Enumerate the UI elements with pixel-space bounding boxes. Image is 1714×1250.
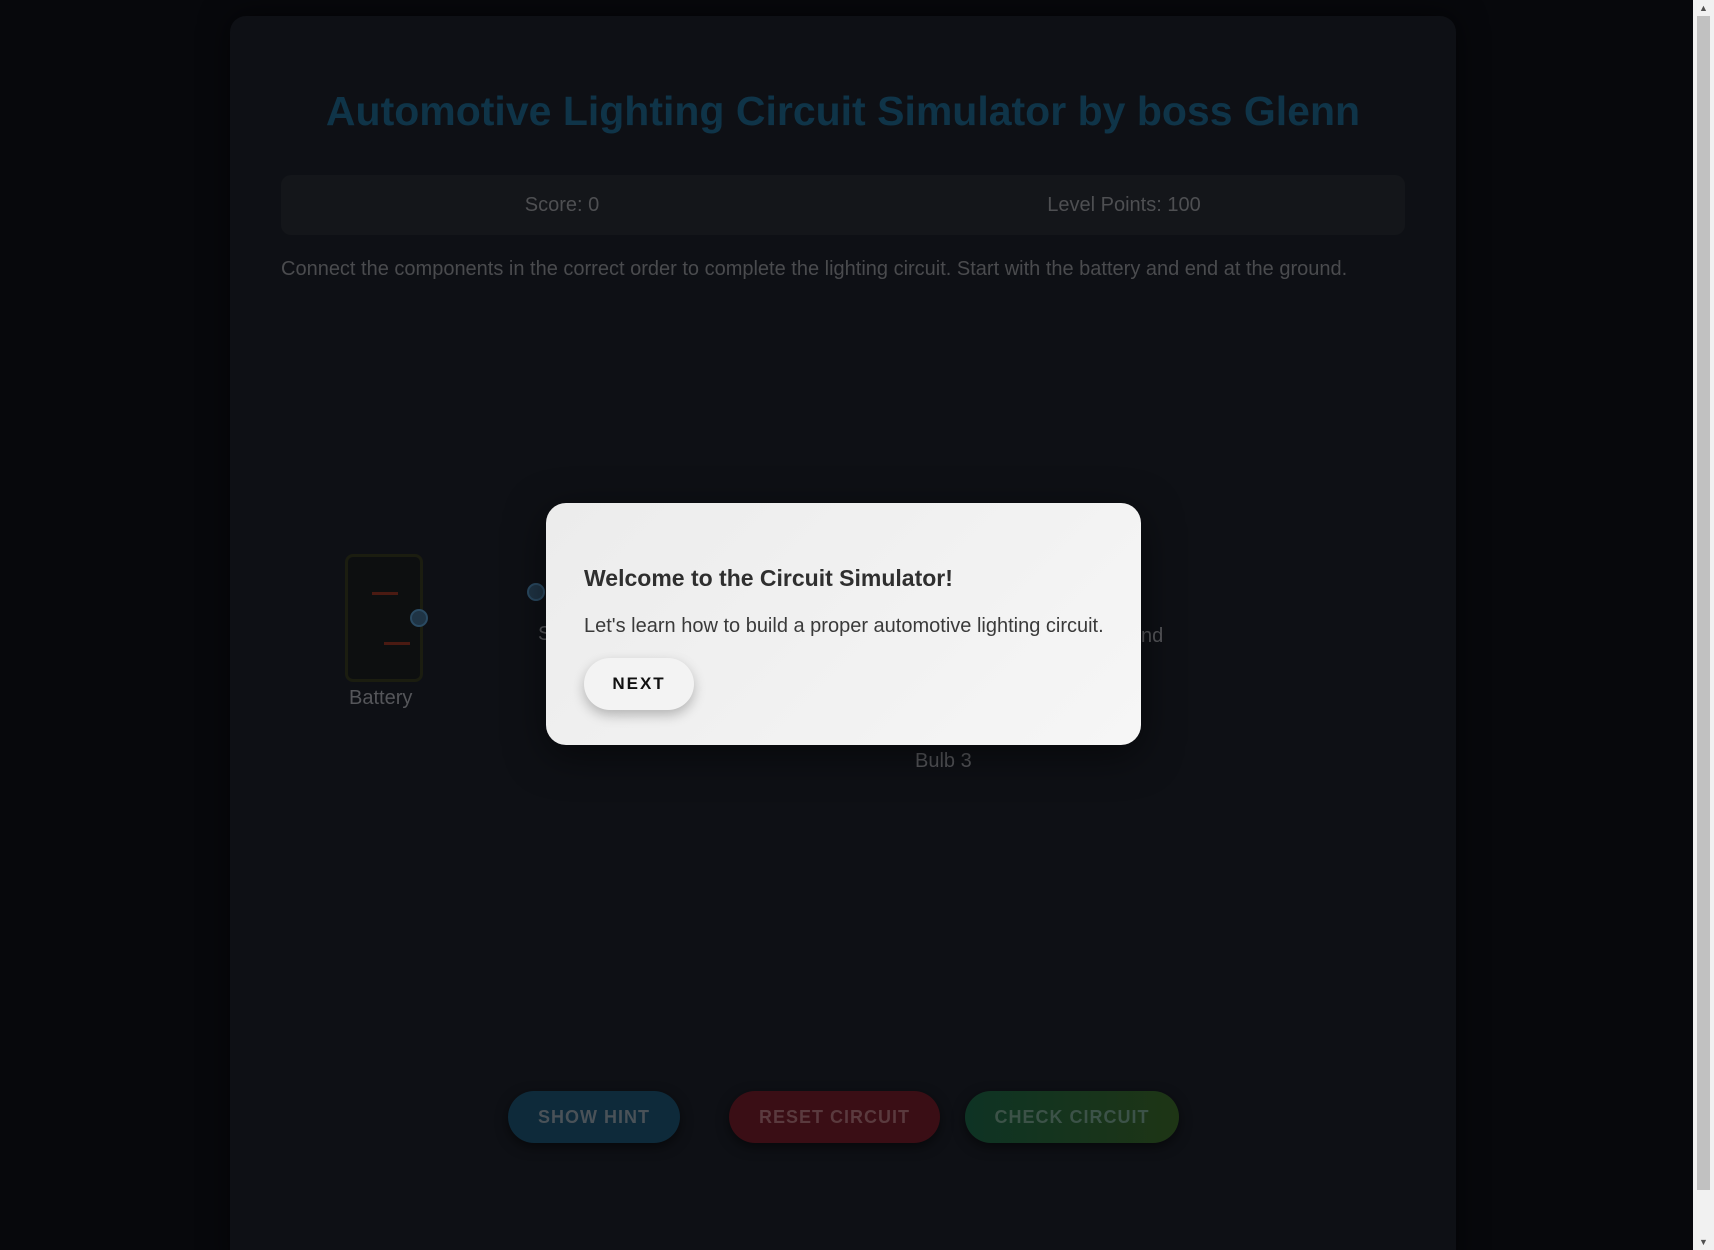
app-title: Automotive Lighting Circuit Simulator by… — [325, 88, 1361, 134]
bulb-3-label: Bulb 3 — [915, 750, 972, 772]
score-bar: Score: 0 Level Points: 100 — [281, 175, 1405, 235]
next-button[interactable]: NEXT — [584, 658, 694, 710]
modal-text: Let's learn how to build a proper automo… — [584, 615, 1104, 637]
welcome-modal: Welcome to the Circuit Simulator! Let's … — [546, 503, 1141, 745]
battery-negative-terminal — [384, 642, 410, 645]
scroll-thumb[interactable] — [1697, 16, 1710, 1190]
ground-label: nd — [1141, 625, 1164, 647]
scroll-up-arrow-icon[interactable]: ▲ — [1693, 0, 1714, 16]
level-points-display: Level Points: 100 — [1047, 194, 1201, 216]
reset-circuit-button[interactable]: RESET CIRCUIT — [729, 1091, 940, 1143]
score-display: Score: 0 — [524, 194, 600, 216]
vertical-scrollbar[interactable]: ▲ ▼ — [1693, 0, 1714, 1250]
battery-positive-terminal — [372, 592, 398, 595]
show-hint-button[interactable]: SHOW HINT — [508, 1091, 680, 1143]
instructions-text: Connect the components in the correct or… — [281, 258, 1348, 280]
battery-connection-node[interactable] — [410, 609, 428, 627]
scroll-down-arrow-icon[interactable]: ▼ — [1693, 1234, 1714, 1250]
battery-label: Battery — [349, 687, 413, 709]
switch-connection-node[interactable] — [527, 583, 545, 601]
check-circuit-button[interactable]: CHECK CIRCUIT — [965, 1091, 1179, 1143]
modal-title: Welcome to the Circuit Simulator! — [584, 565, 953, 591]
viewport: Automotive Lighting Circuit Simulator by… — [0, 0, 1714, 1250]
